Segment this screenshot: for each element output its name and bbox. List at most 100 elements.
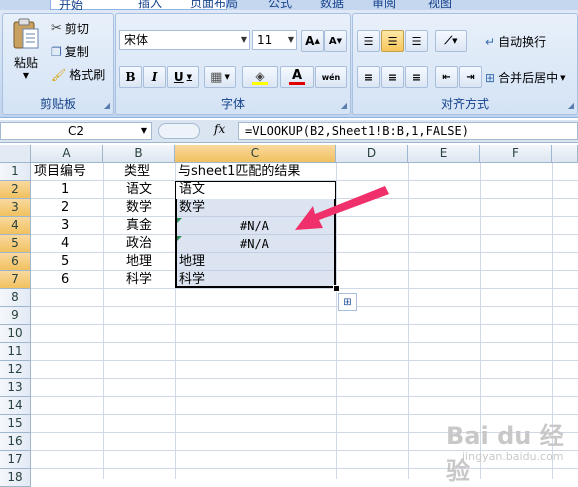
cell-b5[interactable]: 政治 [126, 235, 152, 253]
name-box[interactable]: C2 ▼ [0, 122, 152, 140]
row-header-3[interactable]: 3 [0, 199, 31, 217]
tab-page-layout[interactable]: 页面布局 [190, 0, 238, 10]
dialog-launcher-icon[interactable]: ◢ [104, 101, 110, 110]
underline-button[interactable]: U ▼ [167, 66, 199, 88]
cell-b2[interactable]: 语文 [126, 181, 152, 199]
chevron-down-icon[interactable]: ▼ [141, 123, 147, 139]
column-header-e[interactable]: E [408, 145, 480, 163]
orientation-icon: ⟋ [444, 34, 453, 47]
align-left-button[interactable]: ≡ [357, 66, 380, 88]
row-header-13[interactable]: 13 [0, 379, 31, 397]
grow-font-button[interactable]: A ▲ [301, 30, 324, 52]
cell-c2[interactable]: 语文 [179, 181, 205, 199]
outdent-icon: ⇤ [442, 71, 451, 83]
ribbon-tabs: 开始 插入 页面布局 公式 数据 审阅 视图 [0, 0, 578, 10]
cell-c6[interactable]: 地理 [179, 253, 205, 271]
row-header-18[interactable]: 18 [0, 469, 31, 487]
gridline [31, 414, 578, 415]
increase-indent-button[interactable]: ⇥ [459, 66, 482, 88]
dialog-launcher-icon[interactable]: ◢ [341, 101, 347, 110]
dialog-launcher-icon[interactable]: ◢ [568, 101, 574, 110]
row-header-5[interactable]: 5 [0, 235, 31, 253]
paste-button[interactable]: 粘贴 ▼ [7, 18, 45, 88]
format-painter-button[interactable]: 🖌 格式刷 [51, 66, 105, 83]
row-header-1[interactable]: 1 [0, 163, 31, 181]
cell-a6[interactable]: 5 [61, 253, 69, 271]
borders-button[interactable]: ▦ ▼ [204, 66, 236, 88]
tab-data[interactable]: 数据 [320, 0, 344, 10]
orientation-button[interactable]: ⟋ ▼ [435, 30, 467, 52]
font-name-select[interactable]: 宋体 ▼ [119, 30, 250, 50]
tab-insert[interactable]: 插入 [138, 0, 162, 10]
italic-button[interactable]: I [143, 66, 166, 88]
tab-formulas[interactable]: 公式 [268, 0, 292, 10]
select-all-corner[interactable] [0, 145, 31, 163]
row-header-8[interactable]: 8 [0, 289, 31, 307]
cell-c7[interactable]: 科学 [179, 271, 205, 289]
cell-a2[interactable]: 1 [61, 181, 69, 199]
column-header-d[interactable]: D [336, 145, 408, 163]
row-header-17[interactable]: 17 [0, 451, 31, 469]
merge-center-button[interactable]: ⊞ 合并后居中 ▼ [485, 69, 565, 86]
wrap-text-button[interactable]: ↵ 自动换行 [485, 33, 546, 50]
cell-c5[interactable]: #N/A [240, 235, 269, 253]
cell-c4[interactable]: #N/A [240, 217, 269, 235]
gridline [31, 324, 578, 325]
font-color-button[interactable]: A [280, 66, 314, 88]
row-header-14[interactable]: 14 [0, 397, 31, 415]
align-top-icon: ☰ [363, 34, 374, 48]
cell-b4[interactable]: 真金 [126, 217, 152, 235]
chevron-down-icon: ▼ [240, 35, 247, 44]
row-header-2[interactable]: 2 [0, 181, 31, 199]
align-middle-button[interactable]: ☰ [381, 30, 404, 52]
cut-button[interactable]: ✂ 剪切 [51, 20, 89, 37]
row-header-15[interactable]: 15 [0, 415, 31, 433]
row-header-4[interactable]: 4 [0, 217, 31, 235]
row-header-6[interactable]: 6 [0, 253, 31, 271]
row-header-16[interactable]: 16 [0, 433, 31, 451]
cell-a3[interactable]: 2 [61, 199, 69, 217]
bold-button[interactable]: B [119, 66, 142, 88]
fx-icon[interactable]: fx [214, 122, 225, 136]
column-header-a[interactable]: A [31, 145, 103, 163]
tab-review[interactable]: 审阅 [372, 0, 396, 10]
cell-c1[interactable]: 与sheet1匹配的结果 [178, 163, 300, 181]
cell-a4[interactable]: 3 [61, 217, 69, 235]
cell-a7[interactable]: 6 [61, 271, 69, 289]
align-top-button[interactable]: ☰ [357, 30, 380, 52]
tab-view[interactable]: 视图 [428, 0, 452, 10]
row-header-10[interactable]: 10 [0, 325, 31, 343]
font-size-select[interactable]: 11 ▼ [252, 30, 297, 50]
fill-color-button[interactable]: ◈ [242, 66, 278, 88]
column-header-f[interactable]: F [480, 145, 552, 163]
column-header-b[interactable]: B [103, 145, 175, 163]
formula-input[interactable]: =VLOOKUP(B2,Sheet1!B:B,1,FALSE) [238, 122, 578, 140]
cell-b7[interactable]: 科学 [126, 271, 152, 289]
error-indicator-icon[interactable] [177, 218, 182, 223]
cell-c3[interactable]: 数学 [179, 199, 205, 217]
column-header-c[interactable]: C [175, 145, 336, 163]
cell-b1[interactable]: 类型 [124, 163, 150, 181]
align-bottom-button[interactable]: ☰ [405, 30, 428, 52]
cell-b6[interactable]: 地理 [126, 253, 152, 271]
paste-options-button[interactable]: ⊞ [338, 293, 357, 311]
phonetic-icon: wén [321, 72, 341, 82]
decrease-indent-button[interactable]: ⇤ [435, 66, 458, 88]
formula-bar-splitter[interactable] [158, 123, 200, 139]
align-center-button[interactable]: ≡ [381, 66, 404, 88]
row-header-11[interactable]: 11 [0, 343, 31, 361]
row-header-7[interactable]: 7 [0, 271, 31, 289]
cell-a5[interactable]: 4 [61, 235, 69, 253]
column-header-g[interactable] [552, 145, 578, 163]
cell-b3[interactable]: 数学 [126, 199, 152, 217]
cell-a1[interactable]: 项目编号 [34, 163, 86, 181]
error-indicator-icon[interactable] [177, 236, 182, 241]
align-right-button[interactable]: ≡ [405, 66, 428, 88]
row-header-9[interactable]: 9 [0, 307, 31, 325]
phonetic-button[interactable]: wén [315, 66, 347, 88]
fill-handle[interactable] [333, 285, 340, 292]
row-header-12[interactable]: 12 [0, 361, 31, 379]
copy-button[interactable]: ❐ 复制 [51, 43, 89, 60]
align-center-icon: ≡ [387, 70, 398, 84]
shrink-font-button[interactable]: A ▼ [324, 30, 347, 52]
